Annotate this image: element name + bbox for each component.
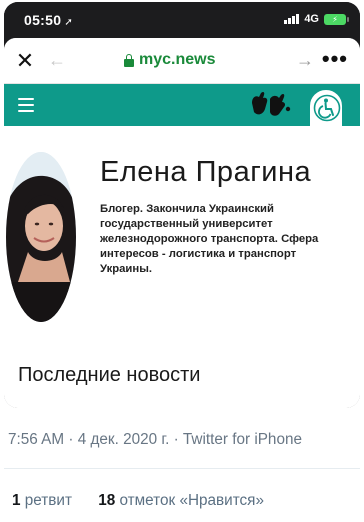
menu-icon[interactable] [18, 98, 34, 112]
browser-toolbar: ✕ ← myc.news → ••• [4, 38, 360, 84]
likes-stat[interactable]: 18 отметок «Нравится» [98, 492, 264, 509]
forward-arrow-icon[interactable]: → [296, 50, 314, 71]
status-time: 05:50 ➚ [24, 12, 73, 28]
latest-news-heading: Последние новости [18, 364, 201, 386]
status-indicators: 4G ⚡ [284, 13, 349, 25]
sign-language-icon[interactable] [248, 89, 292, 121]
retweets-count: 1 [12, 492, 21, 509]
tweet-timestamp[interactable]: 7:56 AM · 4 дек. 2020 г. · Twitter for i… [8, 431, 302, 449]
network-label: 4G [304, 13, 319, 25]
phone-status-bar: 05:50 ➚ 4G ⚡ [4, 2, 360, 38]
site-header: → [4, 84, 360, 144]
divider [4, 468, 360, 469]
author-page: Елена Прагина Блогер. Закончила Украинск… [4, 126, 360, 408]
likes-count: 18 [98, 492, 116, 509]
retweets-stat[interactable]: 1 ретвит [12, 492, 72, 509]
signal-icon [284, 14, 300, 24]
more-options-icon[interactable]: ••• [322, 46, 348, 72]
close-icon[interactable]: ✕ [14, 48, 36, 74]
url-text: myc.news [139, 51, 216, 68]
embedded-screenshot: 05:50 ➚ 4G ⚡ ✕ ← myc.news → ••• Елена Пр… [4, 2, 360, 408]
url-display[interactable]: myc.news [124, 51, 215, 69]
location-arrow-icon: ➚ [64, 17, 73, 28]
tweet-stats: 1 ретвит 18 отметок «Нравится» [12, 492, 286, 510]
battery-icon: ⚡ [324, 13, 349, 25]
likes-label: отметок «Нравится» [119, 492, 264, 509]
retweets-label: ретвит [24, 492, 72, 509]
author-bio: Блогер. Закончила Украинский государстве… [100, 203, 319, 275]
author-name: Елена Прагина [100, 156, 312, 188]
back-arrow-icon[interactable]: ← [48, 50, 66, 71]
author-avatar [6, 152, 76, 322]
lock-icon [124, 53, 134, 67]
in-app-browser: ✕ ← myc.news → ••• Елена Прагина Блогер.… [4, 38, 360, 408]
